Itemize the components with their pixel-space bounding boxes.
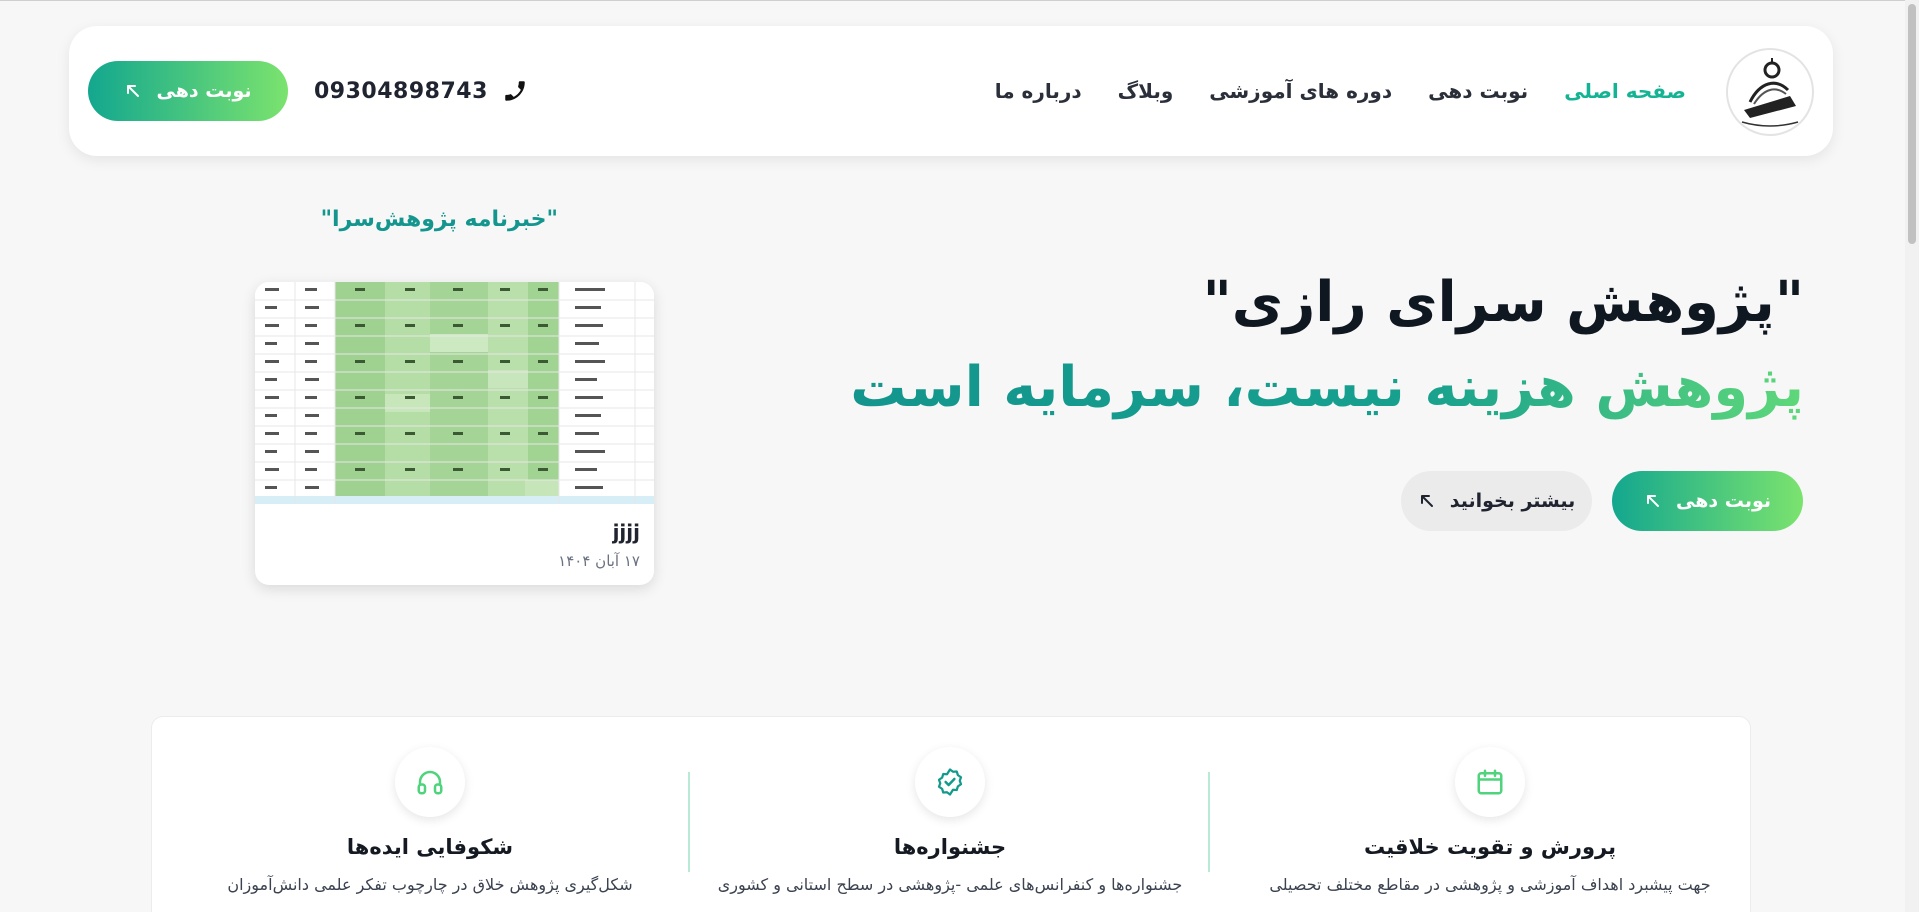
- features-section: پرورش و تقویت خلاقیت جهت پیشبرد اهداف آم…: [151, 716, 1751, 912]
- feature-ideas: شکوفایی ایده‌ها شکل‌گیری پژوهش خلاق در چ…: [170, 717, 690, 912]
- scrollbar-thumb[interactable]: [1908, 4, 1916, 244]
- feature-title: پرورش و تقویت خلاقیت: [1364, 835, 1616, 859]
- feature-creativity: پرورش و تقویت خلاقیت جهت پیشبرد اهداف آم…: [1230, 717, 1750, 912]
- feature-description: جشنواره‌ها و کنفرانس‌های علمی -پژوهشی در…: [717, 875, 1183, 894]
- hero-subtitle: پژوهش هزینه نیست، سرمایه است: [850, 355, 1804, 420]
- read-more-label: بیشتر بخوانید: [1449, 490, 1576, 512]
- badge-check-icon: [937, 768, 963, 796]
- arrow-up-left-icon: [1646, 495, 1659, 507]
- nav-item-courses[interactable]: دوره های آموزشی: [1209, 79, 1392, 103]
- feature-festivals: جشنواره‌ها جشنواره‌ها و کنفرانس‌های علمی…: [690, 717, 1210, 912]
- site-logo[interactable]: [1726, 48, 1814, 136]
- newsletter-card[interactable]: jjjj ۱۷ آبان ۱۴۰۴: [255, 282, 654, 585]
- arrow-up-left-icon: [1420, 495, 1433, 507]
- nav-item-home[interactable]: صفحه اصلی: [1564, 79, 1686, 103]
- calendar-icon: [1477, 769, 1503, 795]
- browser-top-line: [0, 0, 1919, 1]
- header-booking-button[interactable]: نوبت دهی: [88, 61, 288, 121]
- phone-number: 09304898743: [314, 78, 488, 104]
- feature-description: جهت پیشبرد اهداف آموزشی و پژوهشی در مقاط…: [1269, 875, 1711, 894]
- arrow-up-left-icon: [127, 85, 140, 97]
- main-nav: صفحه اصلی نوبت دهی دوره های آموزشی وبلاگ…: [995, 26, 1686, 156]
- page-scrollbar[interactable]: [1905, 0, 1919, 912]
- feature-icon-wrap: [395, 747, 465, 817]
- newsletter-card-title: jjjj: [612, 520, 640, 544]
- feature-icon-wrap: [1455, 747, 1525, 817]
- hero-booking-button[interactable]: نوبت دهی: [1612, 471, 1803, 531]
- headphones-icon: [417, 770, 443, 795]
- header-booking-label: نوبت دهی: [156, 80, 252, 102]
- hero-title: "پژوهش سرای رازی": [1202, 270, 1804, 335]
- feature-title: شکوفایی ایده‌ها: [346, 835, 514, 859]
- site-header: صفحه اصلی نوبت دهی دوره های آموزشی وبلاگ…: [69, 26, 1833, 156]
- hero-booking-label: نوبت دهی: [1675, 490, 1772, 512]
- newsletter-heading: "خبرنامه پژوهش‌سرا": [320, 207, 558, 232]
- phone-icon: [505, 81, 525, 101]
- read-more-button[interactable]: بیشتر بخوانید: [1401, 471, 1592, 531]
- logo-emblem-icon: [1732, 54, 1808, 130]
- feature-title: جشنواره‌ها: [893, 835, 1007, 859]
- nav-item-about[interactable]: درباره ما: [995, 79, 1082, 103]
- newsletter-card-thumbnail: [255, 282, 654, 504]
- nav-item-booking[interactable]: نوبت دهی: [1428, 79, 1528, 103]
- nav-item-blog[interactable]: وبلاگ: [1118, 79, 1174, 103]
- newsletter-card-date: ۱۷ آبان ۱۴۰۴: [558, 552, 640, 570]
- feature-icon-wrap: [915, 747, 985, 817]
- feature-description: شکل‌گیری پژوهش خلاق در چارچوب تفکر علمی …: [227, 875, 633, 894]
- phone-contact[interactable]: 09304898743: [314, 26, 528, 156]
